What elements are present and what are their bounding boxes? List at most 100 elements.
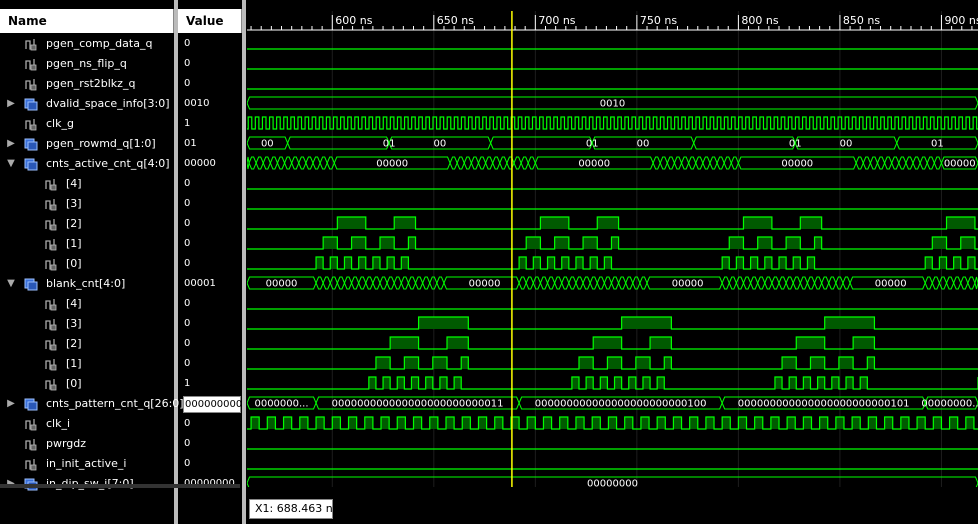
wave-high-fill bbox=[817, 377, 825, 389]
expand-toggle-icon[interactable]: ▶ bbox=[6, 134, 16, 154]
signal-row[interactable]: pgen_rst2blkz_q bbox=[0, 74, 174, 94]
waveform-canvas[interactable]: 600 ns 650 ns 700 ns 750 ns 800 ns 850 ns 900 … bbox=[247, 9, 978, 487]
signal-name: [2] bbox=[66, 337, 82, 350]
signal-value: 01 bbox=[184, 138, 197, 149]
bus-segment bbox=[298, 156, 307, 170]
wave-high-fill bbox=[351, 237, 366, 249]
bus-segment bbox=[673, 156, 683, 170]
signal-row[interactable]: [3] bbox=[0, 314, 174, 334]
bit-signal-icon bbox=[24, 37, 38, 51]
bus-segment bbox=[393, 276, 402, 290]
bus-segment bbox=[305, 156, 314, 170]
wave-high-fill bbox=[578, 357, 594, 369]
signal-value: 0 bbox=[184, 178, 191, 189]
signal-row[interactable]: clk_i bbox=[0, 414, 174, 434]
bus-segment bbox=[532, 276, 541, 290]
bus-segment bbox=[625, 276, 634, 290]
wave-high-fill bbox=[586, 377, 594, 389]
signal-row[interactable]: ▶ cnts_pattern_cnt_q[26:0] bbox=[0, 394, 184, 414]
bus-segment bbox=[463, 156, 472, 170]
signal-row[interactable]: ▼ cnts_active_cnt_q[4:0] bbox=[0, 154, 174, 174]
signal-row[interactable]: pwrgdz bbox=[0, 434, 174, 454]
signal-row[interactable]: [1] bbox=[0, 234, 174, 254]
signal-value: 0 bbox=[184, 258, 191, 269]
wave-high-fill bbox=[494, 417, 503, 429]
wave-high-fill bbox=[793, 257, 801, 269]
signal-value: 0 bbox=[184, 458, 191, 469]
bus-segment bbox=[407, 276, 417, 290]
signal-name: [1] bbox=[66, 357, 82, 370]
bus-value-label: 000000000000000000000000100 bbox=[535, 399, 707, 410]
signal-value: 0 bbox=[184, 218, 191, 229]
expand-toggle-icon[interactable]: ▶ bbox=[6, 94, 16, 114]
wave-high-fill bbox=[381, 417, 390, 429]
bus-segment bbox=[862, 156, 871, 170]
expand-toggle-icon[interactable]: ▼ bbox=[6, 154, 16, 174]
value-column-header[interactable]: Value bbox=[178, 9, 242, 33]
wave-splitter[interactable] bbox=[242, 0, 246, 524]
wave-high-fill bbox=[664, 357, 672, 369]
bit-signal-icon bbox=[24, 77, 38, 91]
wave-high-fill bbox=[960, 237, 975, 249]
wave-high-fill bbox=[689, 417, 698, 429]
wave-high-fill bbox=[368, 377, 376, 389]
signal-name: [4] bbox=[66, 177, 82, 190]
bit-signal-icon bbox=[44, 357, 58, 371]
wave-high-fill bbox=[358, 257, 366, 269]
signal-row[interactable]: in_init_active_i bbox=[0, 454, 174, 474]
wave-high-fill bbox=[774, 377, 783, 389]
signal-row[interactable]: [0] bbox=[0, 254, 174, 274]
wave-high-fill bbox=[597, 217, 619, 229]
signal-row[interactable]: [1] bbox=[0, 354, 174, 374]
bus-segment bbox=[835, 276, 844, 290]
signal-row[interactable]: pgen_comp_data_q bbox=[0, 34, 174, 54]
signal-row[interactable]: [2] bbox=[0, 214, 174, 234]
signal-row[interactable]: [3] bbox=[0, 194, 174, 214]
signal-value: 0 bbox=[184, 418, 191, 429]
bus-segment bbox=[639, 276, 648, 290]
column-splitter[interactable] bbox=[174, 0, 178, 524]
tick-label: 650 ns bbox=[437, 14, 474, 27]
signal-row[interactable]: [4] bbox=[0, 174, 174, 194]
wave-high-fill bbox=[547, 257, 555, 269]
signal-value: 1 bbox=[184, 118, 191, 129]
bit-signal-icon bbox=[44, 217, 58, 231]
wave-high-fill bbox=[621, 317, 672, 329]
horizontal-scrollbar[interactable] bbox=[0, 484, 240, 488]
wave-high-fill bbox=[624, 417, 633, 429]
signal-row[interactable]: [0] bbox=[0, 374, 174, 394]
bus-segment bbox=[792, 276, 801, 290]
wave-high-fill bbox=[554, 237, 569, 249]
expand-toggle-icon[interactable]: ▼ bbox=[6, 274, 16, 294]
wave-high-fill bbox=[860, 377, 868, 389]
signal-name: [4] bbox=[66, 297, 82, 310]
bus-segment bbox=[842, 276, 851, 290]
signal-row[interactable]: [4] bbox=[0, 294, 174, 314]
bus-segment bbox=[764, 276, 773, 290]
bus-segment bbox=[603, 276, 613, 290]
wave-high-fill bbox=[657, 417, 666, 429]
name-column-header[interactable]: Name bbox=[0, 9, 174, 33]
bus-value-label: 00 bbox=[840, 139, 853, 150]
signal-value: 0010 bbox=[184, 98, 210, 109]
wave-high-fill bbox=[404, 357, 419, 369]
bus-segment bbox=[680, 156, 690, 170]
bus-value-label: 00000000... bbox=[921, 399, 978, 410]
signal-row[interactable]: ▼ blank_cnt[4:0] bbox=[0, 274, 174, 294]
bus-segment bbox=[477, 156, 487, 170]
bus-segment bbox=[449, 156, 458, 170]
bus-segment bbox=[568, 276, 577, 290]
bus-segment bbox=[723, 156, 732, 170]
signal-value: 0 bbox=[184, 238, 191, 249]
expand-toggle-icon[interactable]: ▶ bbox=[6, 394, 16, 414]
wave-high-fill bbox=[432, 357, 448, 369]
wave-high-fill bbox=[705, 417, 715, 429]
bus-value-label: 00 bbox=[434, 139, 447, 150]
signal-row[interactable]: clk_g bbox=[0, 114, 174, 134]
signal-row[interactable]: [2] bbox=[0, 334, 174, 354]
signal-row[interactable]: pgen_ns_flip_q bbox=[0, 54, 174, 74]
signal-row[interactable]: ▶ pgen_rowmd_q[1:0] bbox=[0, 134, 174, 154]
bus-segment bbox=[884, 156, 893, 170]
wave-high-fill bbox=[779, 257, 787, 269]
signal-row[interactable]: ▶ dvalid_space_info[3:0] bbox=[0, 94, 174, 114]
